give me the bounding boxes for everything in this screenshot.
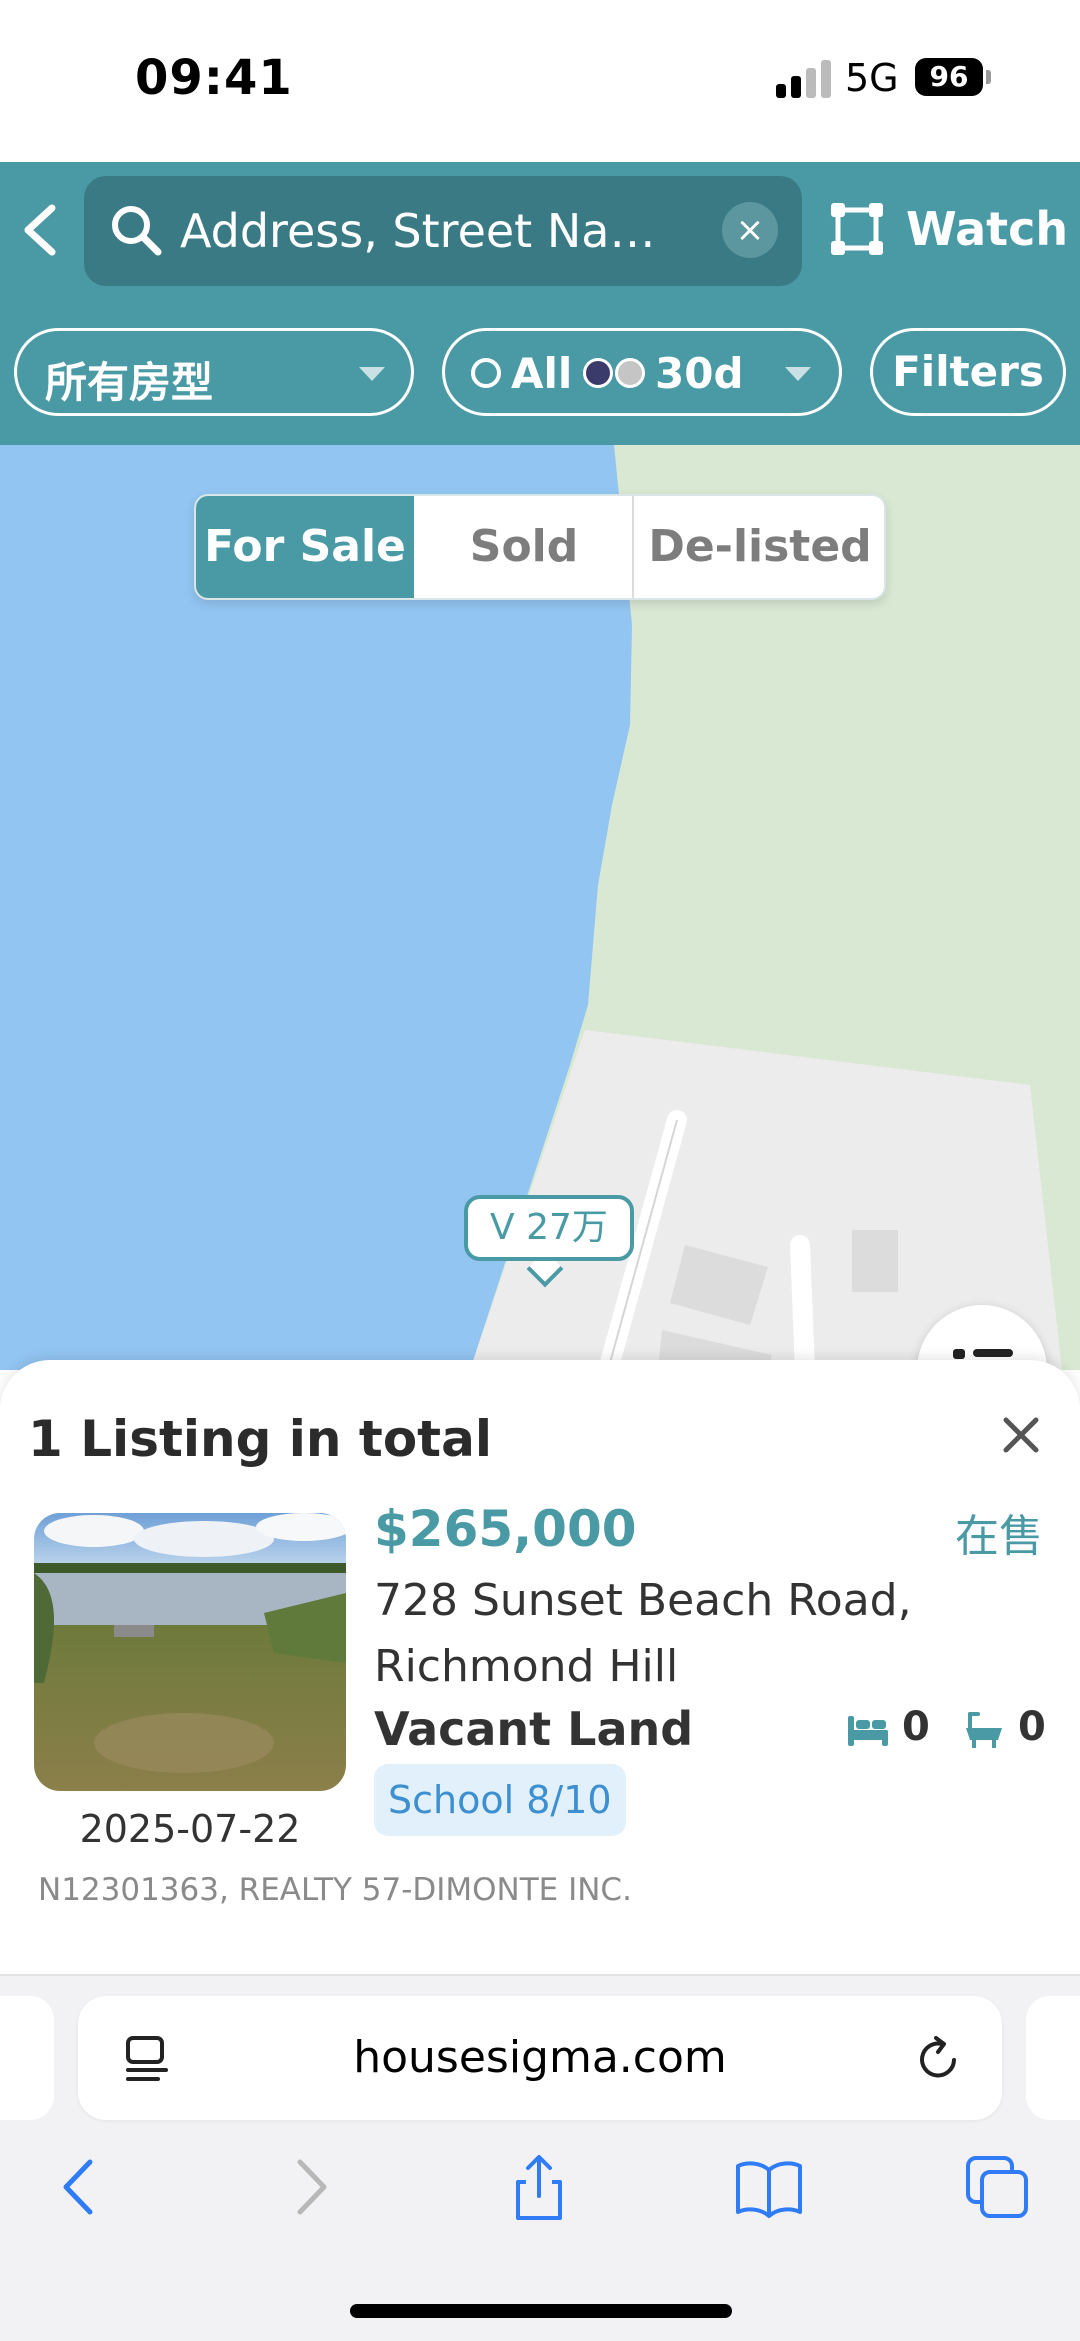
- listing-price[interactable]: $265,000: [374, 1500, 637, 1558]
- chevron-down-icon: [359, 367, 385, 381]
- tab-sold[interactable]: Sold: [416, 496, 632, 598]
- status-time: 09:41: [135, 50, 293, 106]
- browser-toolbar: housesigma.com: [0, 1974, 1080, 2341]
- bookmarks-icon[interactable]: [734, 2152, 804, 2222]
- listing-sheet: 1 Listing in total 2025-07-22 $265,000 在…: [0, 1360, 1080, 1974]
- all-status-label: All: [511, 349, 573, 398]
- url-text: housesigma.com: [353, 2032, 727, 2083]
- share-icon[interactable]: [504, 2152, 574, 2222]
- home-indicator[interactable]: [350, 2304, 732, 2318]
- school-rating-badge[interactable]: School 8/10: [374, 1764, 626, 1836]
- back-arrow-icon[interactable]: [18, 200, 62, 260]
- clear-search-button[interactable]: ×: [722, 202, 778, 258]
- all-status-dot-icon: [471, 358, 501, 388]
- previous-tab-card[interactable]: [0, 1996, 54, 2120]
- listing-date: 2025-07-22: [79, 1807, 301, 1851]
- listing-status-dropdown[interactable]: All 30d: [442, 328, 842, 416]
- bed-icon: [848, 1716, 888, 1746]
- listing-status-badge: 在售: [955, 1511, 1043, 1562]
- tab-for-sale[interactable]: For Sale: [196, 496, 414, 598]
- divider: [0, 1974, 1080, 1976]
- watch-area-button[interactable]: Watch: [826, 190, 1069, 270]
- chevron-down-icon: [785, 367, 811, 381]
- property-type: Vacant Land: [374, 1702, 694, 1756]
- network-label: 5G: [845, 56, 899, 100]
- bedroom-count: 0: [902, 1704, 930, 1750]
- map-price-pin[interactable]: V 27万: [464, 1195, 634, 1261]
- bathroom-count: 0: [1018, 1704, 1046, 1750]
- forward-icon[interactable]: [276, 2152, 346, 2222]
- property-type-label: 所有房型: [45, 358, 214, 407]
- listing-photo-image: [34, 1513, 346, 1791]
- back-icon[interactable]: [44, 2152, 114, 2222]
- bathtub-icon: [966, 1712, 1002, 1748]
- property-type-dropdown[interactable]: 所有房型: [14, 328, 414, 416]
- battery-icon: 96: [915, 58, 983, 96]
- listing-address[interactable]: 728 Sunset Beach Road, Richmond Hill: [374, 1568, 974, 1700]
- address-bar[interactable]: housesigma.com: [78, 1996, 1002, 2120]
- period-label: 30d: [655, 349, 744, 398]
- listing-status-tabs: For Sale Sold De-listed: [194, 494, 886, 600]
- search-placeholder: Address, Street Name ...: [180, 204, 700, 258]
- next-tab-card[interactable]: [1026, 1996, 1080, 2120]
- watch-label: Watch: [906, 202, 1069, 256]
- listing-count-title: 1 Listing in total: [28, 1410, 492, 1468]
- listing-photo[interactable]: [34, 1513, 346, 1791]
- status-dot-icon: [615, 358, 645, 388]
- watch-area-icon: [831, 203, 883, 255]
- battery-nub: [986, 70, 991, 84]
- close-icon[interactable]: [998, 1412, 1044, 1458]
- tab-de-listed[interactable]: De-listed: [634, 496, 884, 598]
- reload-icon[interactable]: [914, 2034, 964, 2084]
- tabs-icon[interactable]: [962, 2152, 1032, 2222]
- status-bar: 09:41 5G 96: [0, 0, 1080, 160]
- search-icon: [112, 206, 162, 256]
- search-input[interactable]: Address, Street Name ... ×: [84, 176, 802, 286]
- filters-button[interactable]: Filters: [870, 328, 1066, 416]
- mls-brokerage-text: N12301363, REALTY 57-DIMONTE INC.: [38, 1872, 632, 1908]
- status-dot-icon: [583, 358, 613, 388]
- cellular-signal-icon: [776, 60, 832, 98]
